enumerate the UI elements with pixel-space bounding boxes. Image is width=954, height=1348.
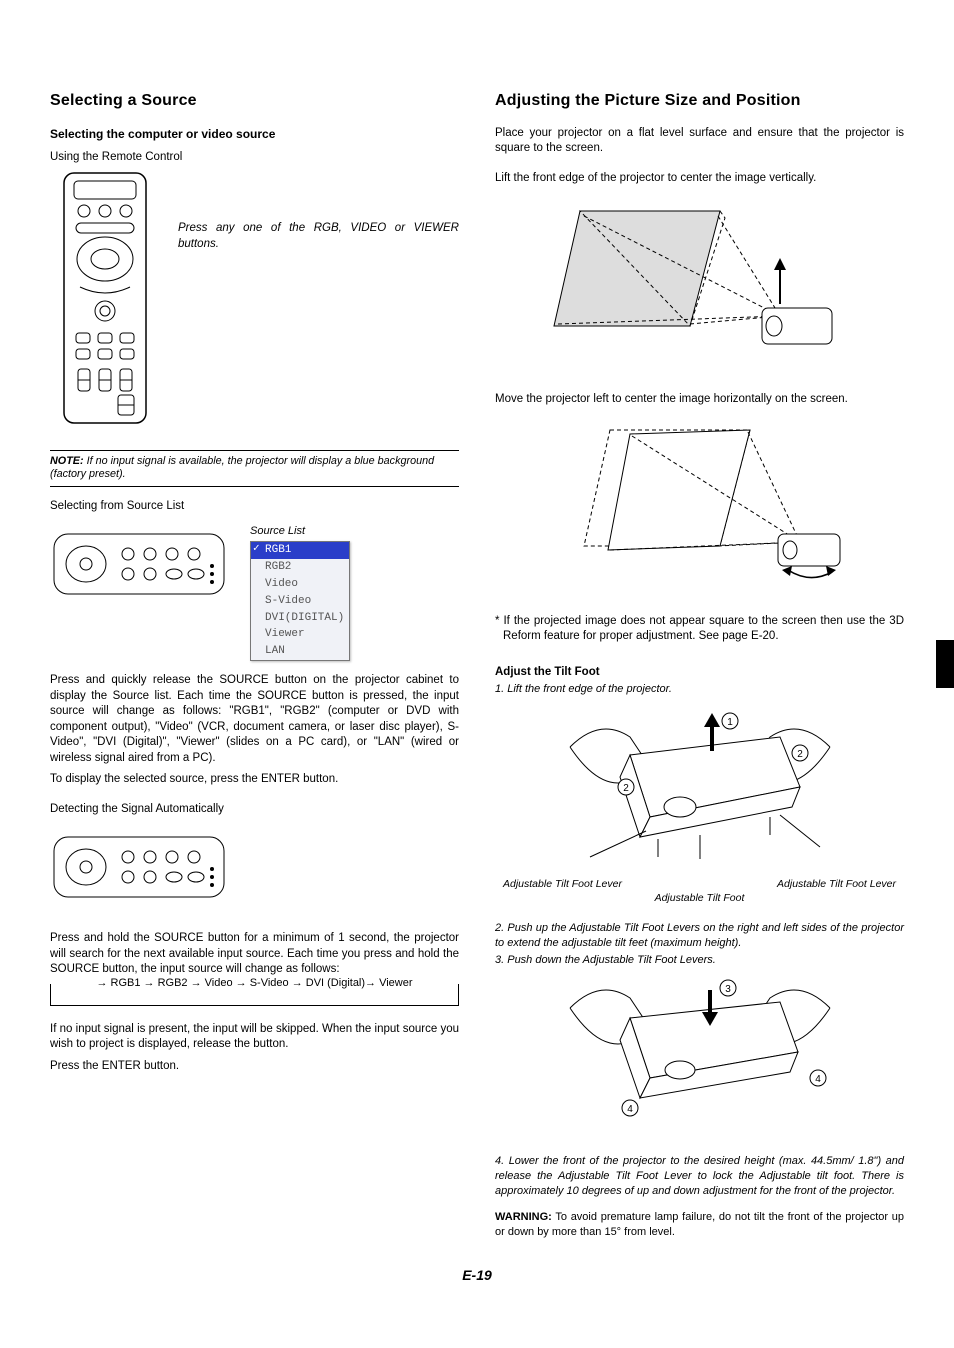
remote-caption: Press any one of the RGB, VIDEO or VIEWE…	[178, 221, 459, 252]
remote-illustration	[50, 171, 160, 432]
step-1: 1. Lift the front edge of the projector.	[495, 682, 904, 697]
heading-selecting-source: Selecting a Source	[50, 90, 459, 112]
text-selecting-from-list: Selecting from Source List	[50, 499, 459, 515]
source-item-svideo: S-Video	[251, 593, 349, 610]
warning-text: To avoid premature lamp failure, do not …	[495, 1211, 904, 1238]
label-tilt-lever-left: Adjustable Tilt Foot Lever	[503, 877, 622, 891]
figure-tilt-foot-up: 1 2 2 Adjustable Tilt Foot Lever Adjusta…	[495, 707, 904, 905]
figure-vertical-center	[495, 196, 904, 376]
source-item-lan: LAN	[251, 643, 349, 660]
figure-horizontal-center	[495, 418, 904, 598]
source-item-video: Video	[251, 576, 349, 593]
text-if-no-input: If no input signal is present, the input…	[50, 1022, 459, 1053]
text-press-enter: Press the ENTER button.	[50, 1059, 459, 1075]
text-if-not-square: * If the projected image does not appear…	[495, 614, 904, 645]
label-tilt-lever-right: Adjustable Tilt Foot Lever	[777, 877, 896, 891]
svg-text:4: 4	[815, 1074, 821, 1085]
subheading-selecting-computer: Selecting the computer or video source	[50, 126, 459, 142]
right-column: Adjusting the Picture Size and Position …	[495, 90, 904, 1246]
text-using-remote: Using the Remote Control	[50, 150, 459, 166]
page-columns: Selecting a Source Selecting the compute…	[50, 90, 904, 1246]
source-item-viewer: Viewer	[251, 626, 349, 643]
source-item-rgb2: RGB2	[251, 559, 349, 576]
warning: WARNING: To avoid premature lamp failure…	[495, 1210, 904, 1240]
text-press-hold: Press and hold the SOURCE button for a m…	[50, 931, 459, 978]
source-list-box: RGB1 RGB2 Video S-Video DVI(DIGITAL) Vie…	[250, 541, 350, 661]
left-column: Selecting a Source Selecting the compute…	[50, 90, 459, 1246]
note-text: If no input signal is available, the pro…	[50, 455, 434, 480]
label-tilt-foot: Adjustable Tilt Foot	[655, 891, 745, 905]
text-lift-front: Lift the front edge of the projector to …	[495, 171, 904, 187]
text-place: Place your projector on a flat level sur…	[495, 126, 904, 157]
step-4: 4. Lower the front of the projector to t…	[495, 1154, 904, 1199]
source-list-title: Source List	[250, 524, 350, 539]
source-item-rgb1: RGB1	[251, 542, 349, 559]
warning-label: WARNING:	[495, 1211, 552, 1223]
control-panel-illustration-2	[50, 827, 459, 915]
flow-box: → RGB1 → RGB2 → Video → S-Video → DVI (D…	[50, 984, 459, 1006]
control-panel-illustration-1	[50, 524, 230, 618]
svg-text:4: 4	[627, 1104, 633, 1115]
source-list-row: Source List RGB1 RGB2 Video S-Video DVI(…	[50, 524, 459, 661]
svg-text:3: 3	[725, 984, 731, 995]
svg-text:1: 1	[727, 717, 733, 728]
source-item-dvi: DVI(DIGITAL)	[251, 610, 349, 627]
source-list: Source List RGB1 RGB2 Video S-Video DVI(…	[250, 524, 350, 661]
text-press-release: Press and quickly release the SOURCE but…	[50, 673, 459, 766]
svg-text:2: 2	[623, 783, 629, 794]
page-number: E-19	[50, 1266, 904, 1285]
heading-adjust-tilt: Adjust the Tilt Foot	[495, 665, 904, 681]
text-to-display: To display the selected source, press th…	[50, 772, 459, 788]
flow-sequence: → RGB1 → RGB2 → Video → S-Video → DVI (D…	[57, 976, 452, 991]
svg-text:2: 2	[797, 749, 803, 760]
step-3: 3. Push down the Adjustable Tilt Foot Le…	[495, 953, 904, 968]
step-2: 2. Push up the Adjustable Tilt Foot Leve…	[495, 921, 904, 951]
side-tab	[936, 640, 954, 688]
text-move-left: Move the projector left to center the im…	[495, 392, 904, 408]
remote-row: Press any one of the RGB, VIDEO or VIEWE…	[50, 171, 459, 432]
note-block: NOTE: If no input signal is available, t…	[50, 450, 459, 487]
note-label: NOTE:	[50, 455, 84, 467]
text-detecting: Detecting the Signal Automatically	[50, 802, 459, 818]
figure-tilt-foot-down: 3 4 4	[495, 978, 904, 1138]
heading-adjusting: Adjusting the Picture Size and Position	[495, 90, 904, 112]
